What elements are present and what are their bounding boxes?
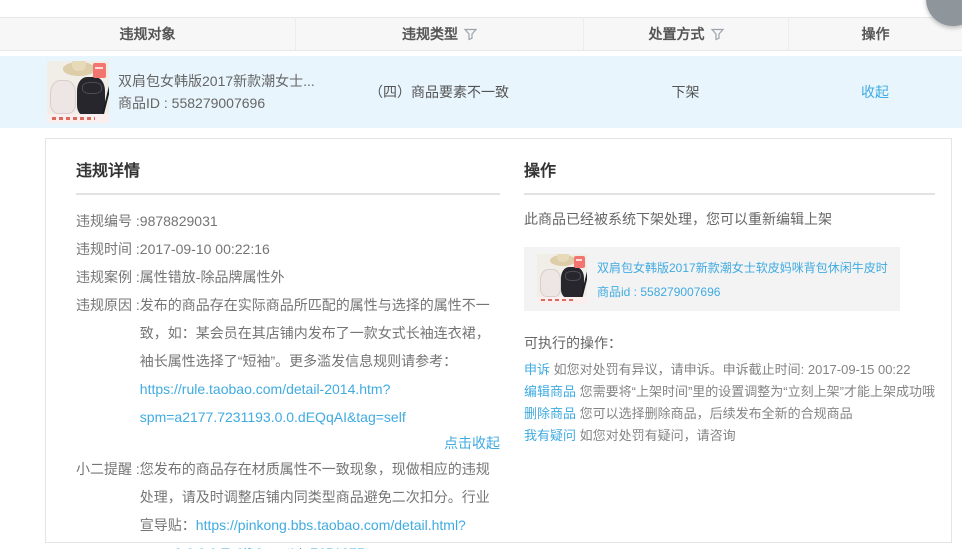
filter-funnel-icon[interactable] [464, 28, 477, 41]
field-value: 9878829031 [140, 207, 500, 235]
available-operations-title: 可执行的操作： [524, 333, 935, 353]
operation-description: 如您对处罚有异议，请申诉。申诉截止时间: 2017-09-15 00:22 [554, 362, 911, 377]
question-link[interactable]: 我有疑问 [524, 428, 576, 443]
promo-strip-graphic [47, 114, 109, 123]
column-label: 操作 [862, 24, 890, 44]
operation-description: 您需要将“上架时间”里的设置调整为“立刻上架”才能上架成功哦 [580, 384, 935, 399]
hat-graphic [550, 255, 576, 266]
appeal-link[interactable]: 申诉 [524, 362, 550, 377]
hat-graphic [63, 62, 95, 76]
column-header-disposal: 处置方式 [583, 18, 788, 50]
question-operation: 我有疑问 如您对处罚有疑问，请咨询 [524, 425, 935, 447]
reason-text: 发布的商品存在实际商品所匹配的属性与选择的属性不一致，如：某会员在其店铺内发布了… [140, 297, 490, 369]
column-header-violation-type: 违规类型 [295, 18, 583, 50]
column-label: 违规类型 [402, 24, 458, 44]
product-thumbnail[interactable] [47, 61, 109, 123]
field-label: 小二提醒 : [76, 455, 140, 549]
black-backpack-graphic [561, 267, 584, 298]
staff-reminder-row: 小二提醒 : 您发布的商品存在材质属性不一致现象，现做相应的违规处理，请及时调整… [76, 455, 500, 549]
system-notice-text: 此商品已经被系统下架处理，您可以重新编辑上架 [524, 209, 935, 229]
collapse-row-link[interactable]: 收起 [861, 84, 889, 100]
violation-case-row: 违规案例 : 属性错放-除品牌属性外 [76, 263, 500, 291]
black-backpack-graphic [77, 77, 105, 115]
appeal-operation: 申诉 如您对处罚有异议，请申诉。申诉截止时间: 2017-09-15 00:22 [524, 359, 935, 381]
field-label: 违规原因 : [76, 291, 140, 455]
product-thumbnail[interactable] [537, 254, 587, 304]
card-product-title-link[interactable]: 双肩包女韩版2017新款潮女士软皮妈咪背包休闲牛皮时 [597, 256, 888, 280]
product-card[interactable]: 双肩包女韩版2017新款潮女士软皮妈咪背包休闲牛皮时 商品id : 558279… [524, 247, 900, 311]
edit-product-link[interactable]: 编辑商品 [524, 384, 576, 399]
card-product-id: 商品id : 558279007696 [597, 285, 720, 299]
filter-funnel-icon[interactable] [711, 28, 724, 41]
field-label: 违规编号 : [76, 207, 140, 235]
column-gap [500, 157, 524, 524]
field-label: 违规时间 : [76, 235, 140, 263]
row-product-id: 商品ID : 558279007696 [118, 92, 315, 114]
violation-row: 双肩包女韩版2017新款潮女士... 商品ID : 558279007696 （… [0, 56, 962, 128]
column-header-violation-object: 违规对象 [0, 18, 295, 50]
promo-badge-graphic [93, 63, 106, 77]
violation-reason-row: 违规原因 : 发布的商品存在实际商品所匹配的属性与选择的属性不一致，如：某会员在… [76, 291, 500, 455]
column-label: 处置方式 [649, 24, 705, 44]
white-backpack-graphic [50, 80, 76, 115]
column-header-action: 操作 [788, 18, 962, 50]
promo-badge-graphic [574, 256, 585, 268]
field-value: 2017-09-10 00:22:16 [140, 235, 500, 263]
violation-detail-panel: 违规详情 违规编号 : 9878829031 违规时间 : 2017-09-10… [45, 138, 952, 543]
white-backpack-graphic [540, 269, 561, 297]
detail-heading: 违规详情 [76, 157, 500, 195]
promo-strip-graphic [537, 297, 587, 305]
operation-description: 您可以选择删除商品，后续发布全新的合规商品 [580, 406, 853, 421]
delete-product-link[interactable]: 删除商品 [524, 406, 576, 421]
collapse-reason-link[interactable]: 点击收起 [444, 435, 500, 451]
violation-number-row: 违规编号 : 9878829031 [76, 207, 500, 235]
row-disposal: 下架 [583, 82, 788, 102]
row-product-title[interactable]: 双肩包女韩版2017新款潮女士... [118, 70, 315, 92]
delete-product-operation: 删除商品 您可以选择删除商品，后续发布全新的合规商品 [524, 403, 935, 425]
edit-product-operation: 编辑商品 您需要将“上架时间”里的设置调整为“立刻上架”才能上架成功哦 [524, 381, 935, 403]
violation-time-row: 违规时间 : 2017-09-10 00:22:16 [76, 235, 500, 263]
column-label: 违规对象 [120, 24, 176, 44]
detail-right-column: 操作 此商品已经被系统下架处理，您可以重新编辑上架 双肩包女韩版2017新款潮女… [524, 157, 935, 524]
row-violation-type: （四）商品要素不一致 [295, 82, 583, 102]
field-value: 属性错放-除品牌属性外 [140, 263, 500, 291]
detail-left-column: 违规详情 违规编号 : 9878829031 违规时间 : 2017-09-10… [76, 157, 500, 524]
row-product-cell: 双肩包女韩版2017新款潮女士... 商品ID : 558279007696 [0, 61, 295, 123]
operation-description: 如您对处罚有疑问，请咨询 [580, 428, 736, 443]
rule-url-link[interactable]: https://rule.taobao.com/detail-2014.htm?… [140, 381, 406, 425]
operations-heading: 操作 [524, 157, 935, 195]
field-label: 违规案例 : [76, 263, 140, 291]
table-header: 违规对象 违规类型 处置方式 操作 [0, 17, 962, 51]
